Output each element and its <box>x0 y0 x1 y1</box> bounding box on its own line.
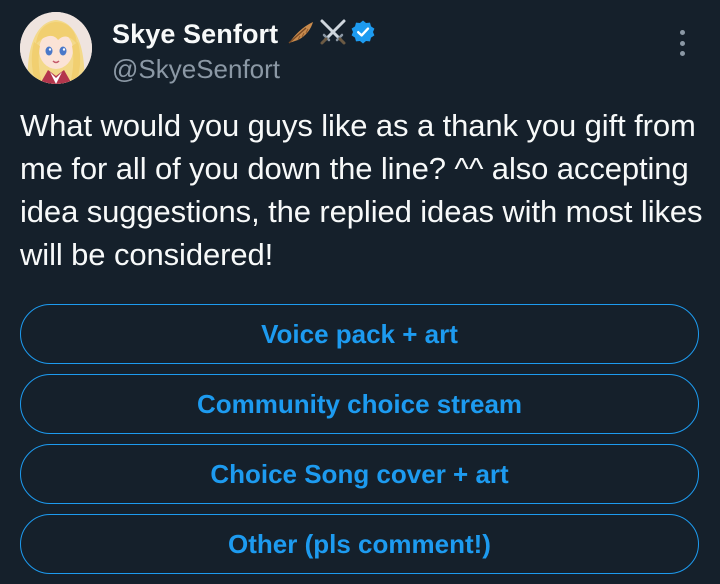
poll: Voice pack + art Community choice stream… <box>20 304 700 584</box>
dot <box>679 51 685 56</box>
verified-badge-icon[interactable] <box>350 19 376 49</box>
poll-option-voice-pack[interactable]: Voice pack + art <box>20 304 699 364</box>
dot <box>679 40 685 46</box>
author-handle[interactable]: @SkyeSenfort <box>112 54 376 85</box>
author-names: Skye Senfort @SkyeSenfort <box>112 16 376 85</box>
display-name[interactable]: Skye Senfort <box>112 19 278 50</box>
poll-option-community-stream[interactable]: Community choice stream <box>20 374 699 434</box>
poll-option-other[interactable]: Other (pls comment!) <box>20 514 699 574</box>
avatar[interactable] <box>20 12 92 84</box>
tweet-card: Skye Senfort @SkyeSenfort What would you… <box>0 0 720 584</box>
poll-option-song-cover[interactable]: Choice Song cover + art <box>20 444 699 504</box>
feather-icon <box>286 19 316 49</box>
crossed-swords-icon <box>318 18 348 50</box>
tweet-text: What would you guys like as a thank you … <box>20 108 711 272</box>
name-icons <box>286 18 376 50</box>
name-row: Skye Senfort <box>112 16 376 52</box>
tweet-header: Skye Senfort @SkyeSenfort <box>20 12 700 92</box>
more-options-icon[interactable] <box>672 30 692 56</box>
dot <box>679 30 685 35</box>
